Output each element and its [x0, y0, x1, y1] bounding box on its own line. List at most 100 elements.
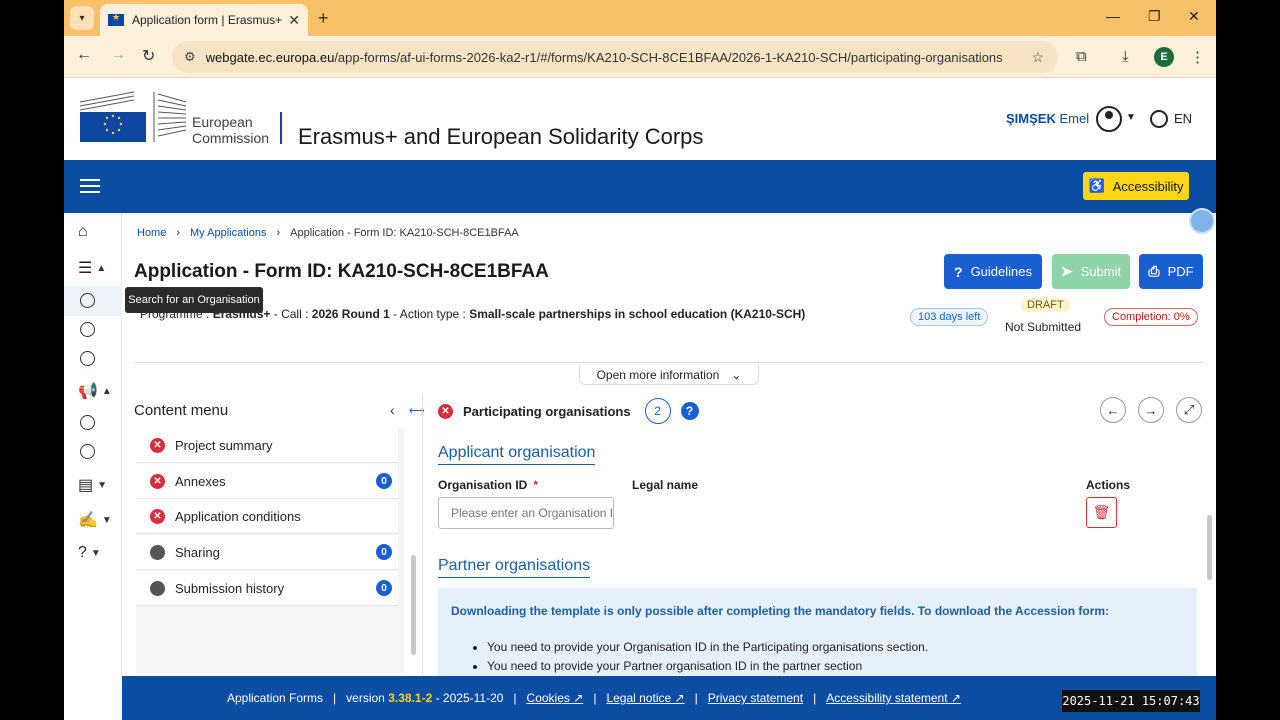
rail-circle-3[interactable] [80, 351, 95, 366]
chevron-down-icon[interactable]: ▼ [1126, 112, 1136, 123]
window-close-icon[interactable]: ✕ [1188, 8, 1200, 25]
legal-notice-link[interactable]: Legal notice ↗ [606, 691, 684, 705]
info-heading: Downloading the template is only possibl… [451, 604, 1110, 618]
rail-circle-5[interactable] [80, 444, 95, 459]
user-surname: ŞIMŞEK [1006, 111, 1056, 126]
signature-icon[interactable]: ✍ ▼ [78, 510, 112, 530]
draft-badge: DRAFT [1021, 298, 1070, 312]
collapse-menu-icon[interactable]: ‹ [390, 402, 395, 418]
pdf-button[interactable]: ⎙ PDF [1139, 254, 1203, 289]
section-header: ✕ Participating organisations 2 ? [438, 398, 699, 424]
pdf-label: PDF [1167, 264, 1194, 279]
site-title: Erasmus+ and European Solidarity Corps [298, 124, 704, 149]
applicant-heading: Applicant organisation [438, 444, 596, 465]
breadcrumb-current: Application - Form ID: KA210-SCH-8CE1BFA… [290, 227, 519, 239]
home-icon[interactable]: ⌂ [78, 223, 88, 241]
tab-close-icon[interactable]: ✕ [288, 12, 300, 29]
partner-heading: Partner organisations [438, 557, 591, 578]
chevron-right-icon: › [276, 227, 281, 239]
next-section-button[interactable]: → [1138, 397, 1164, 423]
site-info-icon[interactable]: ⚙ [184, 49, 196, 65]
guidelines-button[interactable]: ? Guidelines [944, 254, 1042, 289]
external-link-icon: ↗ [950, 691, 961, 705]
breadcrumb-my-applications[interactable]: My Applications [190, 227, 266, 239]
megaphone-icon[interactable]: 📢 ▲ [78, 381, 112, 401]
menu-item-annexes[interactable]: ✕ Annexes 0 [136, 464, 398, 499]
tab-title: Application form | Erasmus+ and European… [132, 13, 283, 27]
help-icon[interactable]: ? ▼ [78, 544, 101, 562]
legal-label: Legal notice [606, 691, 672, 705]
question-icon: ? [954, 263, 963, 280]
legal-name-label: Legal name [632, 478, 699, 492]
assistant-widget-icon[interactable] [1189, 208, 1215, 234]
completion-badge: Completion: 0% [1104, 308, 1198, 326]
menu-item-submission-history[interactable]: Submission history 0 [136, 571, 398, 606]
delete-trash-icon[interactable]: 🗑 [1086, 497, 1117, 528]
footer-app-forms: Application Forms [227, 691, 324, 705]
menu-item-label: Project summary [175, 437, 273, 453]
browser-tab[interactable]: Application form | Erasmus+ and European… [100, 4, 308, 36]
language-selector[interactable]: EN [1174, 111, 1192, 126]
chevron-right-icon: › [176, 227, 181, 239]
address-toolbar: ← → ↻ ⚙ webgate.ec.europa.eu/app-forms/a… [64, 36, 1216, 78]
chevron-up-icon: ▲ [96, 262, 107, 274]
url-path: /app-forms/af-ui-forms-2026-ka2-r1/#/for… [334, 49, 1003, 65]
organisation-id-input[interactable]: Please enter an Organisation ID [438, 497, 614, 529]
send-icon: ➤ [1060, 263, 1073, 279]
action-value: Small-scale partnerships in school educa… [469, 307, 806, 321]
back-icon[interactable]: ← [76, 46, 92, 64]
menu-item-project-summary[interactable]: ✕ Project summary [136, 428, 398, 463]
tab-search-chevron-icon[interactable]: ▾ [70, 6, 94, 30]
forward-icon[interactable]: → [110, 46, 126, 64]
rail-circle-2[interactable] [80, 322, 95, 337]
divider [134, 362, 1204, 363]
org-id-label-text: Organisation ID [438, 478, 528, 492]
cookies-link[interactable]: Cookies ↗ [527, 691, 584, 705]
ec-lines-logo-icon [153, 92, 187, 142]
user-name[interactable]: ŞIMŞEK Emel [1006, 111, 1089, 126]
search-organisation-circle[interactable] [80, 293, 95, 308]
ec-line1: European [192, 114, 253, 130]
chevron-down-icon: ▼ [101, 514, 112, 526]
header-divider [280, 112, 282, 144]
fullscreen-icon[interactable]: ⤢ [1176, 397, 1202, 423]
accessibility-button[interactable]: ♿ Accessibility [1083, 172, 1189, 200]
content-menu-scrollbar[interactable] [411, 555, 416, 655]
menu-item-sharing[interactable]: Sharing 0 [136, 535, 398, 570]
open-more-info-toggle[interactable]: Open more information ⌄ [579, 365, 759, 385]
neutral-status-icon [150, 544, 165, 560]
footer-separator: | [813, 691, 817, 705]
accessibility-statement-link[interactable]: Accessibility statement ↗ [826, 691, 961, 705]
minimize-icon[interactable]: — [1106, 8, 1120, 24]
menu-item-application-conditions[interactable]: ✕ Application conditions [136, 499, 398, 534]
rail-circle-4[interactable] [80, 415, 95, 430]
main-scrollbar[interactable] [1207, 515, 1212, 580]
external-link-icon: ↗ [674, 691, 685, 705]
chevron-down-icon: ▼ [97, 479, 108, 491]
download-icon[interactable]: ⤓ [1122, 48, 1129, 65]
globe-icon[interactable] [1150, 110, 1168, 128]
breadcrumb-home[interactable]: Home [137, 227, 166, 239]
new-tab-icon[interactable]: + [318, 8, 329, 29]
extensions-icon[interactable]: ⧉ [1076, 48, 1087, 65]
site-header: European Commission Erasmus+ and Europea… [64, 78, 1216, 160]
browser-menu-icon[interactable]: ⋮ [1190, 48, 1205, 66]
restore-icon[interactable]: ❐ [1148, 8, 1161, 25]
hamburger-menu-icon[interactable] [80, 179, 100, 193]
help-icon[interactable]: ? [680, 402, 699, 420]
info-item: You need to provide your Organisation ID… [487, 638, 928, 657]
profile-avatar[interactable]: E [1154, 47, 1174, 67]
previous-section-button[interactable]: ← [1100, 397, 1126, 423]
info-list: You need to provide your Organisation ID… [487, 638, 928, 676]
footer: Application Forms | version 3.38.1-2 - 2… [122, 676, 1216, 720]
document-icon[interactable]: ▤ ▼ [78, 475, 107, 495]
privacy-link[interactable]: Privacy statement [708, 691, 803, 705]
bookmark-star-icon[interactable]: ☆ [1031, 49, 1044, 66]
submit-button[interactable]: ➤ Submit [1052, 254, 1130, 289]
url-bar[interactable]: ⚙ webgate.ec.europa.eu/app-forms/af-ui-f… [172, 41, 1058, 73]
settings-sliders-icon[interactable]: ☰ ▲ [78, 258, 106, 278]
user-account-icon[interactable] [1096, 106, 1122, 132]
reload-icon[interactable]: ↻ [142, 46, 155, 66]
call-value: 2026 Round 1 [311, 307, 390, 321]
error-icon: ✕ [150, 437, 165, 453]
